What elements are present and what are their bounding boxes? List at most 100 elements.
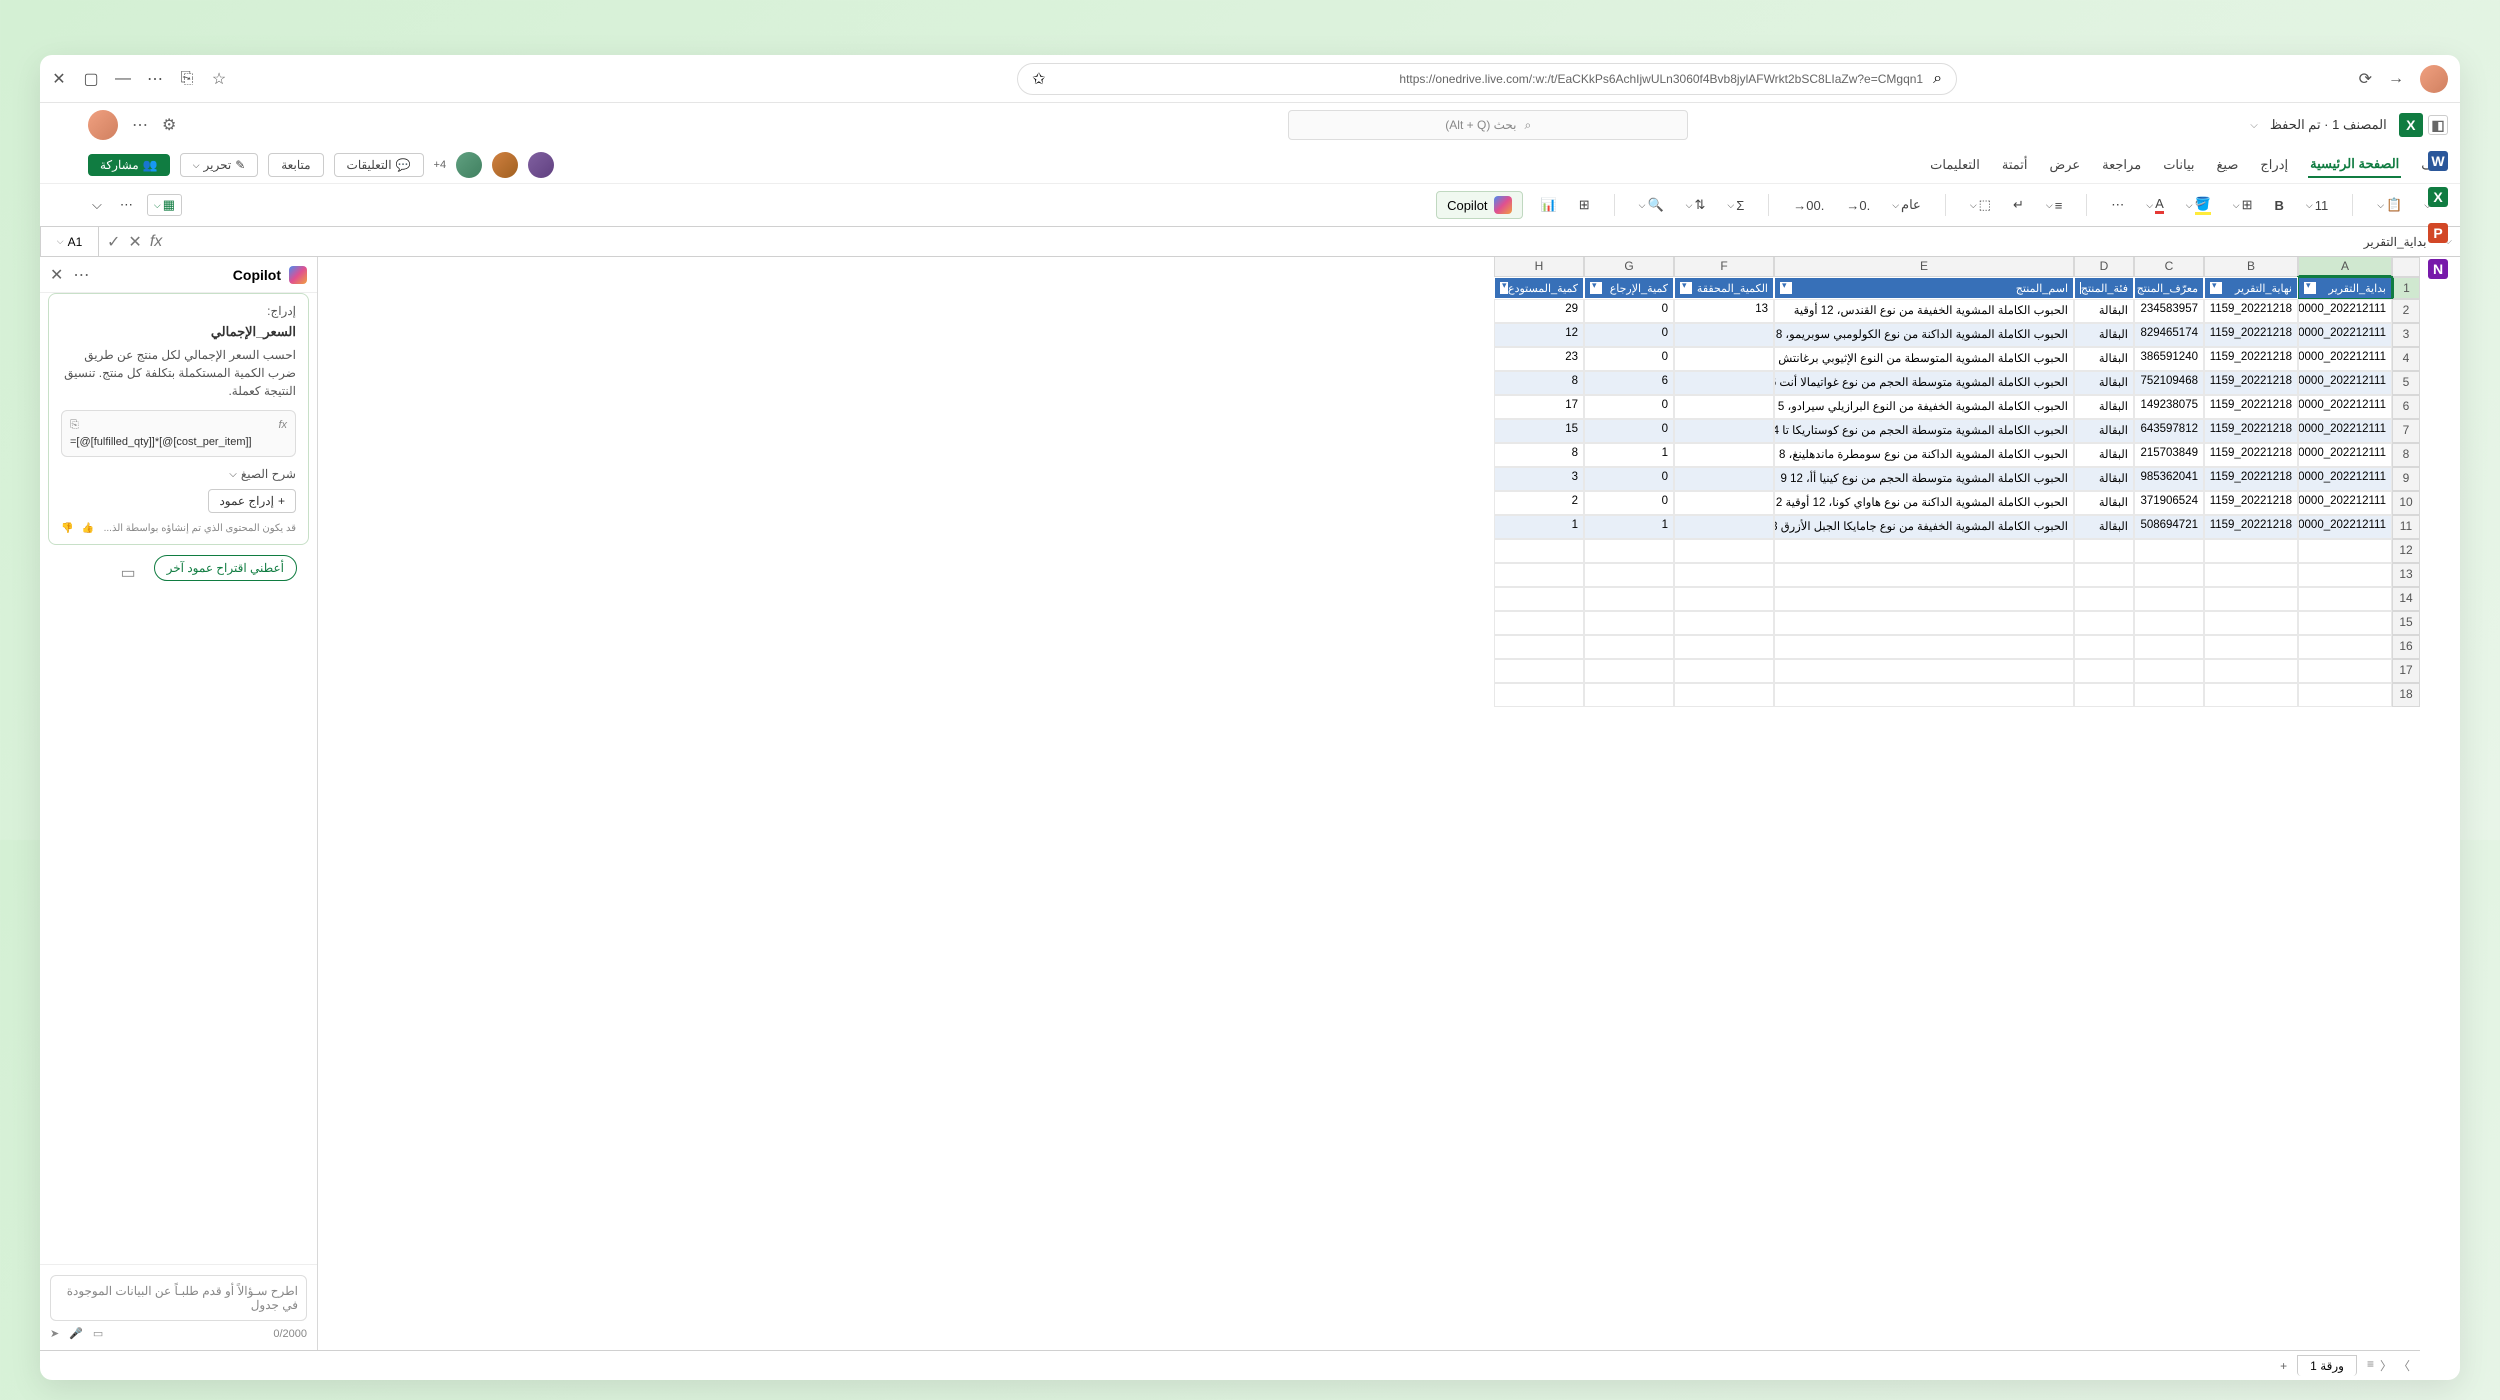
cell-E3[interactable]: الحبوب الكاملة المشوية الداكنة من نوع ال… [1774,323,2074,347]
cell-C16[interactable] [2134,635,2204,659]
row-head-13[interactable]: 13 [2392,563,2420,587]
more-collaborators[interactable]: 4+ [434,159,447,171]
mic-icon[interactable]: 🎤 [69,1327,83,1340]
collapse-ribbon-button[interactable]: ⌵ [88,195,106,215]
copy-formula-icon[interactable]: ⎘ [70,419,79,432]
cell-G9[interactable]: 0 [1584,467,1674,491]
cell-D14[interactable] [2074,587,2134,611]
cell-B3[interactable]: 20221218_1159 [2204,323,2298,347]
cell-H16[interactable] [1494,635,1584,659]
filter-dropdown-icon[interactable] [1680,282,1692,294]
cell-A14[interactable] [2298,587,2392,611]
formula-input[interactable]: بداية_التقرير [170,235,2436,249]
cell-D6[interactable]: البقالة [2074,395,2134,419]
name-box[interactable]: A1⌵ [40,227,98,256]
cell-H13[interactable] [1494,563,1584,587]
row-head-7[interactable]: 7 [2392,419,2420,443]
select-all-corner[interactable] [2392,257,2420,277]
tab-formulas[interactable]: صيغ [2215,153,2241,177]
cell-B16[interactable] [2204,635,2298,659]
tab-automate[interactable]: أتمتة [2000,153,2030,177]
row-head-1[interactable]: 1 [2392,277,2420,299]
sheet-nav-next-icon[interactable]: 〉 [2398,1357,2410,1374]
table-header-7[interactable]: كمية_المستودع [1494,277,1584,299]
suggest-another-column-button[interactable]: أعطني اقتراح عمود آخر [154,555,297,581]
cell-B8[interactable]: 20221218_1159 [2204,443,2298,467]
favorite-icon[interactable]: ☆ [212,72,226,86]
explain-formula-link[interactable]: شرح الصيغ⌵ [61,467,296,481]
url-bar[interactable]: ✩ https://onedrive.live.com/:w:/t/EaCKkP… [1017,63,1957,95]
col-head-H[interactable]: H [1494,257,1584,277]
row-head-11[interactable]: 11 [2392,515,2420,539]
col-head-C[interactable]: C [2134,257,2204,277]
col-head-F[interactable]: F [1674,257,1774,277]
more-font-button[interactable]: ⋯ [2107,195,2128,215]
tab-view[interactable]: عرض [2048,153,2083,177]
cell-F4[interactable] [1674,347,1774,371]
sort-filter-button[interactable]: ⇅⌵ [1682,195,1710,215]
analyze-button[interactable]: 📊 [1537,195,1561,215]
tab-help[interactable]: التعليمات [1928,153,1982,177]
followup-button[interactable]: متابعة [268,153,323,177]
cell-H7[interactable]: 15 [1494,419,1584,443]
cell-F15[interactable] [1674,611,1774,635]
cell-B10[interactable]: 20221218_1159 [2204,491,2298,515]
cell-B17[interactable] [2204,659,2298,683]
col-head-A[interactable]: A [2298,257,2392,277]
cell-C6[interactable]: 149238075 [2134,395,2204,419]
cell-D8[interactable]: البقالة [2074,443,2134,467]
cell-B6[interactable]: 20221218_1159 [2204,395,2298,419]
cell-A3[interactable]: 202212111_0000 [2298,323,2392,347]
collaborator-avatar-3[interactable] [456,152,482,178]
cell-H9[interactable]: 3 [1494,467,1584,491]
cell-H5[interactable]: 8 [1494,371,1584,395]
cell-B12[interactable] [2204,539,2298,563]
cell-E15[interactable] [1774,611,2074,635]
cell-A18[interactable] [2298,683,2392,707]
search-icon[interactable]: ⌕ [1933,70,1942,88]
cell-F18[interactable] [1674,683,1774,707]
cell-E12[interactable] [1774,539,2074,563]
formula-cancel-icon[interactable]: ✕ [128,232,141,252]
row-head-17[interactable]: 17 [2392,659,2420,683]
cell-F7[interactable] [1674,419,1774,443]
user-avatar[interactable] [88,110,118,140]
title-dropdown-icon[interactable]: ⌵ [2250,120,2258,131]
cell-E14[interactable] [1774,587,2074,611]
cell-E6[interactable]: الحبوب الكاملة المشوية الخفيفة من النوع … [1774,395,2074,419]
sheet-tab-1[interactable]: ورقة 1 [2297,1355,2357,1376]
cell-B2[interactable]: 20221218_1159 [2204,299,2298,323]
cell-C9[interactable]: 985362041 [2134,467,2204,491]
find-button[interactable]: 🔍⌵ [1635,195,1668,215]
collaborator-avatar-1[interactable] [528,152,554,178]
cell-G10[interactable]: 0 [1584,491,1674,515]
rail-word-icon[interactable]: W [2428,151,2448,171]
thumbs-down-icon[interactable]: 👎 [61,523,73,534]
row-head-3[interactable]: 3 [2392,323,2420,347]
cell-G11[interactable]: 1 [1584,515,1674,539]
cell-F17[interactable] [1674,659,1774,683]
cell-H3[interactable]: 12 [1494,323,1584,347]
row-head-4[interactable]: 4 [2392,347,2420,371]
sheet-nav-prev-icon[interactable]: 〈 [2380,1357,2392,1374]
row-head-10[interactable]: 10 [2392,491,2420,515]
tab-insert[interactable]: إدراج [2258,153,2290,177]
row-head-9[interactable]: 9 [2392,467,2420,491]
addins-button[interactable]: ⊞ [1575,195,1594,215]
cell-F8[interactable] [1674,443,1774,467]
cell-D18[interactable] [2074,683,2134,707]
edit-button[interactable]: ✎تحرير⌵ [180,153,259,177]
cell-A4[interactable]: 202212111_0000 [2298,347,2392,371]
cell-D15[interactable] [2074,611,2134,635]
cell-C3[interactable]: 829465174 [2134,323,2204,347]
cell-E4[interactable]: الحبوب الكاملة المشوية المتوسطة من النوع… [1774,347,2074,371]
spreadsheet-grid[interactable]: ABCDEFGH1بداية_التقريرنهاية_التقريرمعرّف… [318,257,2420,1350]
cell-G8[interactable]: 1 [1584,443,1674,467]
row-head-14[interactable]: 14 [2392,587,2420,611]
cell-G7[interactable]: 0 [1584,419,1674,443]
cell-C12[interactable] [2134,539,2204,563]
cell-C5[interactable]: 752109468 [2134,371,2204,395]
copilot-more-icon[interactable]: ⋯ [73,265,89,285]
cell-H15[interactable] [1494,611,1584,635]
cell-E7[interactable]: الحبوب الكاملة المشوية متوسطة الحجم من ن… [1774,419,2074,443]
